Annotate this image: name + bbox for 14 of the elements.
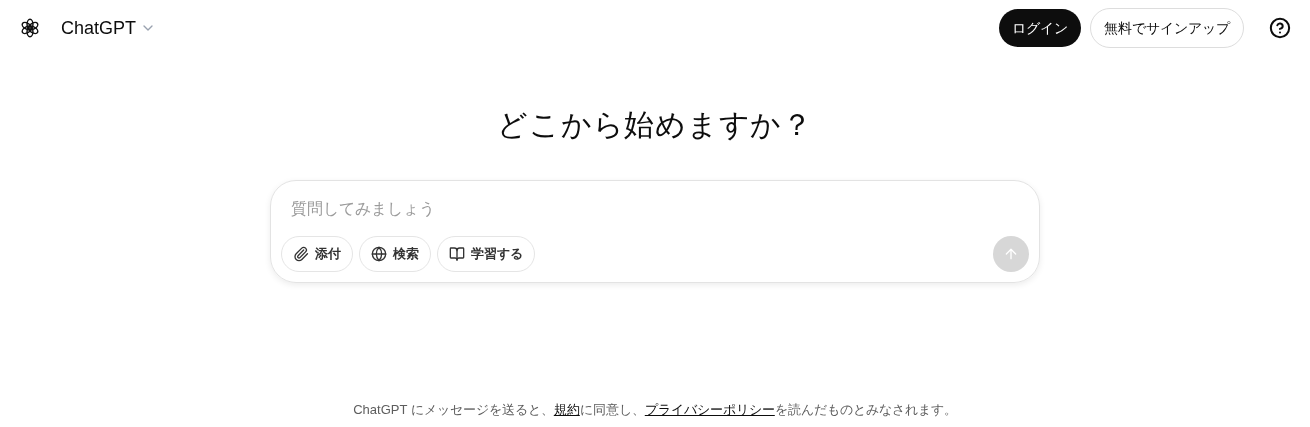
model-selector[interactable]: ChatGPT xyxy=(57,14,161,42)
login-button[interactable]: ログイン xyxy=(999,9,1081,47)
globe-icon xyxy=(371,246,387,262)
book-icon xyxy=(449,246,465,262)
arrow-up-icon xyxy=(1003,246,1019,262)
logo-icon[interactable] xyxy=(19,17,41,39)
signup-button[interactable]: 無料でサインアップ xyxy=(1090,8,1244,48)
privacy-link[interactable]: プライバシーポリシー xyxy=(644,401,775,417)
terms-link[interactable]: 規約 xyxy=(553,401,580,417)
paperclip-icon xyxy=(293,246,309,262)
terms-notice: ChatGPT にメッセージを送ると、規約に同意し、プライバシーポリシーを読んだものとみなされます。 xyxy=(352,400,958,419)
heading: どこから始めますか？ xyxy=(497,107,813,143)
message-input[interactable]: 質問してみましょう xyxy=(281,197,1029,221)
help-icon[interactable] xyxy=(1269,17,1291,39)
